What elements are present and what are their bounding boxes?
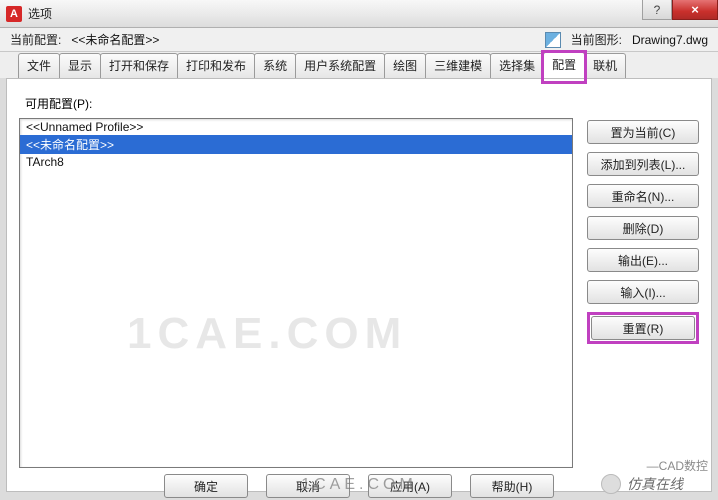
titlebar: A 选项 ? × (0, 0, 718, 28)
delete-button[interactable]: 删除(D) (587, 216, 699, 240)
drawing-icon (545, 32, 561, 48)
list-item[interactable]: <<未命名配置>> (20, 135, 572, 154)
list-item[interactable]: TArch8 (20, 154, 572, 170)
avatar-icon (601, 474, 621, 494)
tab-usersys[interactable]: 用户系统配置 (295, 53, 385, 78)
help-button-footer[interactable]: 帮助(H) (470, 474, 554, 498)
brand-note-text: 仿真在线 (627, 474, 683, 494)
info-row: 当前配置: <<未命名配置>> 当前图形: Drawing7.dwg (0, 28, 718, 52)
tab-selection[interactable]: 选择集 (490, 53, 544, 78)
brand-note: 仿真在线 (601, 474, 683, 494)
rename-button[interactable]: 重命名(N)... (587, 184, 699, 208)
reset-button-highlight: 重置(R) (587, 312, 699, 344)
profile-actions: 置为当前(C) 添加到列表(L)... 重命名(N)... 删除(D) 输出(E… (587, 118, 699, 468)
current-drawing-value: Drawing7.dwg (632, 33, 708, 47)
current-drawing-label: 当前图形: (571, 31, 622, 48)
export-button[interactable]: 输出(E)... (587, 248, 699, 272)
window-controls: ? × (642, 0, 718, 20)
tab-opensave[interactable]: 打开和保存 (100, 53, 178, 78)
app-icon: A (6, 6, 22, 22)
tab-system[interactable]: 系统 (254, 53, 296, 78)
window-title: 选项 (28, 5, 52, 22)
tab-plot[interactable]: 打印和发布 (177, 53, 255, 78)
tabstrip: 文件显示打开和保存打印和发布系统用户系统配置绘图三维建模选择集配置联机 (0, 52, 718, 78)
tab-online[interactable]: 联机 (584, 53, 626, 78)
profile-listbox[interactable]: <<Unnamed Profile>><<未命名配置>>TArch8 (19, 118, 573, 468)
tab-profiles[interactable]: 配置 (543, 52, 585, 78)
current-profile-value: <<未命名配置>> (71, 31, 159, 48)
list-item[interactable]: <<Unnamed Profile>> (20, 119, 572, 135)
help-button[interactable]: ? (642, 0, 672, 20)
small-note: —CAD数控 (647, 457, 708, 474)
tab-drafting[interactable]: 绘图 (384, 53, 426, 78)
reset-button[interactable]: 重置(R) (591, 316, 695, 340)
current-profile-label: 当前配置: (10, 31, 61, 48)
tab-display[interactable]: 显示 (59, 53, 101, 78)
tab-3dmodel[interactable]: 三维建模 (425, 53, 491, 78)
apply-button[interactable]: 应用(A) (368, 474, 452, 498)
tab-content-profiles: 可用配置(P): <<Unnamed Profile>><<未命名配置>>TAr… (6, 78, 712, 492)
set-current-button[interactable]: 置为当前(C) (587, 120, 699, 144)
close-button[interactable]: × (672, 0, 718, 20)
import-button[interactable]: 输入(I)... (587, 280, 699, 304)
available-profiles-label: 可用配置(P): (25, 95, 699, 112)
ok-button[interactable]: 确定 (164, 474, 248, 498)
cancel-button[interactable]: 取消 (266, 474, 350, 498)
tab-file[interactable]: 文件 (18, 53, 60, 78)
add-to-list-button[interactable]: 添加到列表(L)... (587, 152, 699, 176)
